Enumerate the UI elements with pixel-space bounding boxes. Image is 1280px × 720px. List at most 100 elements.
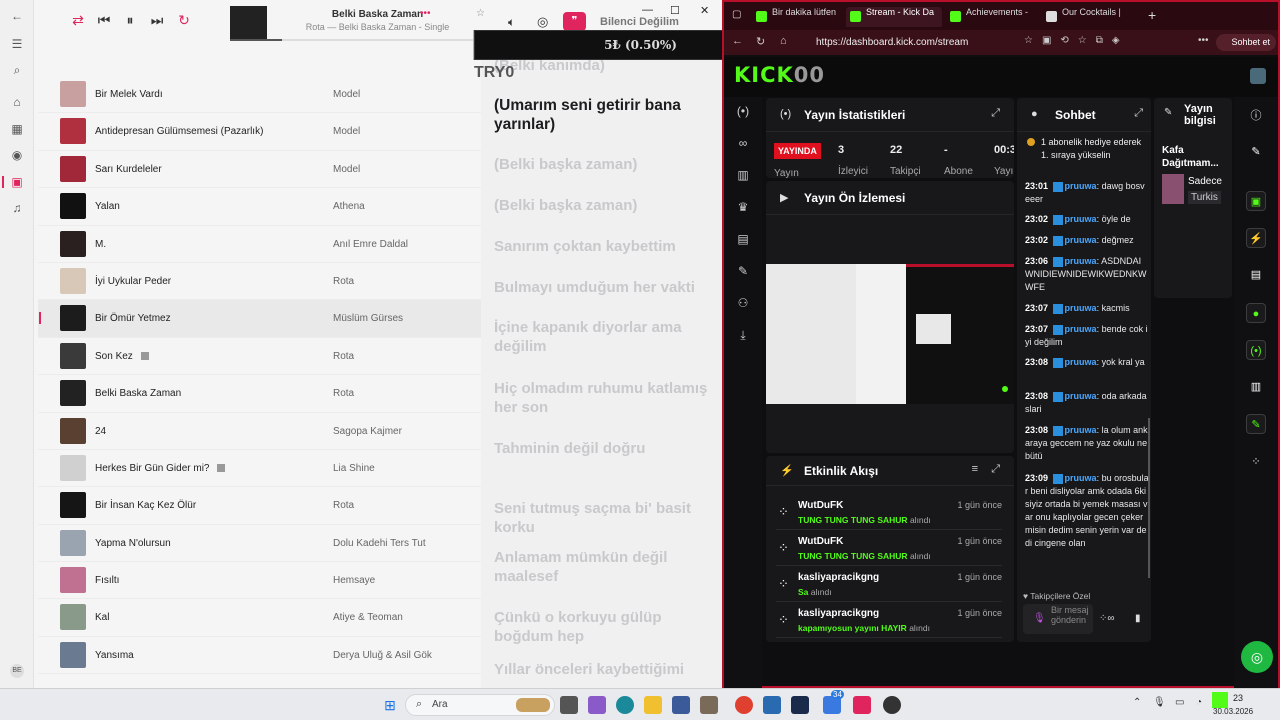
outlook-icon[interactable] [672,696,690,714]
tab-menu-icon[interactable]: ▢ [732,9,741,20]
kick-tray-icon[interactable] [1212,692,1228,708]
apple-music-icon[interactable] [853,696,871,714]
emote-icon[interactable]: ⁘∞ [1099,613,1115,624]
minimize-icon[interactable]: — [642,4,653,16]
app-icon[interactable] [700,696,718,714]
lyric-line[interactable]: Seni tutmuş saçma bi' basit korku [494,499,714,537]
song-row[interactable]: İyi Uykular Peder Rota [38,263,481,301]
tray-icon[interactable]: ▭ [1175,697,1184,708]
activity-event[interactable]: ⁘ WutDuFK 1 gün önce TUNG TUNG TUNG SAHU… [776,532,1002,566]
tab-4[interactable]: Our Cocktails | [1042,7,1138,27]
chat-username[interactable]: pruuwa [1065,214,1097,224]
song-artwork[interactable] [60,342,86,369]
progress-bar[interactable] [230,39,490,41]
lyric-line[interactable]: (Umarım seni getirir bana yarınlar) [494,96,714,134]
more-icon[interactable]: ••• [420,8,431,19]
next-icon[interactable]: ⏭ [147,12,167,29]
chat-username[interactable]: pruuwa [1065,181,1097,191]
lyric-line[interactable]: (Belki başka zaman) [494,155,714,174]
mic-icon[interactable]: 🎙︎ [1153,697,1166,708]
chat-username[interactable]: pruuwa [1065,473,1097,483]
playlist-icon[interactable]: ♫ [9,200,25,216]
browse-icon[interactable]: ▦ [9,121,25,137]
song-artwork[interactable] [60,230,86,257]
pause-icon[interactable]: ⏸ [120,12,140,29]
song-row[interactable]: M. Anıl Emre Daldal [38,226,481,263]
song-row[interactable]: Bir Ömür Yetmez Müslüm Gürses [38,300,481,338]
chat-message[interactable]: 23:01 pruuwa: dawg bosveeer [1025,180,1149,206]
bolt-icon[interactable]: ⚡ [1246,228,1266,248]
tab-1[interactable]: Bir dakika lütfen [752,7,844,27]
back-icon[interactable]: ← [9,8,25,24]
chat-username[interactable]: pruuwa [1065,425,1097,435]
support-button[interactable]: ◎ [1241,641,1273,673]
activity-event[interactable]: ⁘ kasliyapracikgng 1 gün önce kapamıyosu… [776,604,1002,638]
chat-message[interactable]: 23:08 pruuwa: yok kral ya [1025,356,1149,369]
wrench-icon[interactable]: ✎ [1246,414,1266,434]
home-icon[interactable]: ⌂ [9,94,25,110]
radio-icon[interactable]: ◉ [9,147,25,163]
chat-message[interactable]: 23:07 pruuwa: kacmis [1025,302,1149,315]
lyric-line[interactable]: Sanırım çoktan kaybettim [494,237,714,256]
now-playing-artwork[interactable] [230,6,267,39]
song-row[interactable]: Yapma N'olursun Dolu Kadehi Ters Tut [38,525,481,563]
song-artwork[interactable] [60,529,86,556]
url-field[interactable]: https://dashboard.kick.com/stream [796,33,1024,52]
song-artwork[interactable] [60,454,86,481]
back-icon[interactable]: ← [732,35,743,47]
song-artwork[interactable] [60,193,86,220]
repeat-icon[interactable]: ↻ [174,12,194,29]
download-icon[interactable]: ⤓ [735,327,751,343]
more-icon[interactable]: ••• [1198,35,1209,46]
avatar[interactable]: BE [10,664,24,678]
song-artwork[interactable] [60,567,86,594]
network-icon[interactable]: ◔ [1196,697,1202,708]
chrome-icon[interactable] [735,696,753,714]
filter-icon[interactable]: ≡ [972,463,978,475]
stream-icon[interactable]: (•) [735,103,751,119]
kick-logo[interactable]: KICK00 [734,63,825,87]
airplay-icon[interactable]: ◎ [537,14,548,30]
song-artwork[interactable] [60,305,86,332]
lyric-line[interactable]: Bulmayı umduğum her vakti [494,278,714,297]
task-view-icon[interactable] [560,696,578,714]
notes-icon[interactable]: ▤ [1246,265,1266,285]
chat-message[interactable]: 23:08 pruuwa: la olum ankaraya geccem ne… [1025,424,1149,463]
chat-input[interactable]: 🎙︎ Bir mesaj gönderin [1023,604,1093,634]
song-row[interactable]: Belki Baska Zaman Rota [38,375,481,413]
chat-username[interactable]: pruuwa [1065,357,1097,367]
lyrics-button[interactable]: ❞ [563,12,586,31]
lyric-line[interactable]: (Belki başka zaman) [494,196,714,215]
lyric-line[interactable]: Çünkü o korkuyu gülüp boğdum hep [494,608,714,646]
popout-icon[interactable]: ⤢ [1134,107,1143,120]
song-artwork[interactable] [60,641,86,668]
song-row[interactable]: Bir Melek Vardı Model [38,76,481,114]
lyric-line[interactable]: Tahminin değil doğru [494,439,714,458]
song-row[interactable]: Antidepresan Gülümsemesi (Pazarlık) Model [38,113,481,151]
chat-icon[interactable]: ● [1246,303,1266,323]
song-row[interactable]: Yalan Athena [38,188,481,226]
chat-username[interactable]: pruuwa [1065,303,1097,313]
file-explorer-icon[interactable] [644,696,662,714]
song-artwork[interactable] [60,267,86,294]
video-icon[interactable]: ▤ [735,231,751,247]
song-row[interactable]: Yansıma Derya Uluğ & Asil Gök [38,637,481,675]
discord-icon[interactable]: 34 [823,690,844,714]
chat-message[interactable]: 23:02 pruuwa: öyle de [1025,213,1149,226]
previous-icon[interactable]: ⏮ [94,12,114,29]
refresh-icon[interactable]: ↻ [756,35,765,48]
taskbar-search[interactable]: ⌕ Ara [405,694,555,716]
steam-icon[interactable] [791,696,809,714]
library-icon[interactable]: ▣ [9,174,25,190]
category-thumbnail[interactable] [1162,174,1184,204]
users-icon[interactable]: ⚇ [735,295,751,311]
home-icon[interactable]: ⌂ [780,35,787,47]
more-apps-icon[interactable]: ⁘ [1246,452,1266,472]
search-icon[interactable]: ⌕ [9,62,25,78]
tools-icon[interactable]: ✎ [735,263,751,279]
preview-video[interactable] [766,264,1014,404]
menu-icon[interactable]: ☰ [9,36,25,52]
song-artwork[interactable] [60,81,86,107]
trash-icon[interactable]: ▮ [1135,613,1141,624]
chat-scrollbar[interactable] [1148,418,1150,578]
